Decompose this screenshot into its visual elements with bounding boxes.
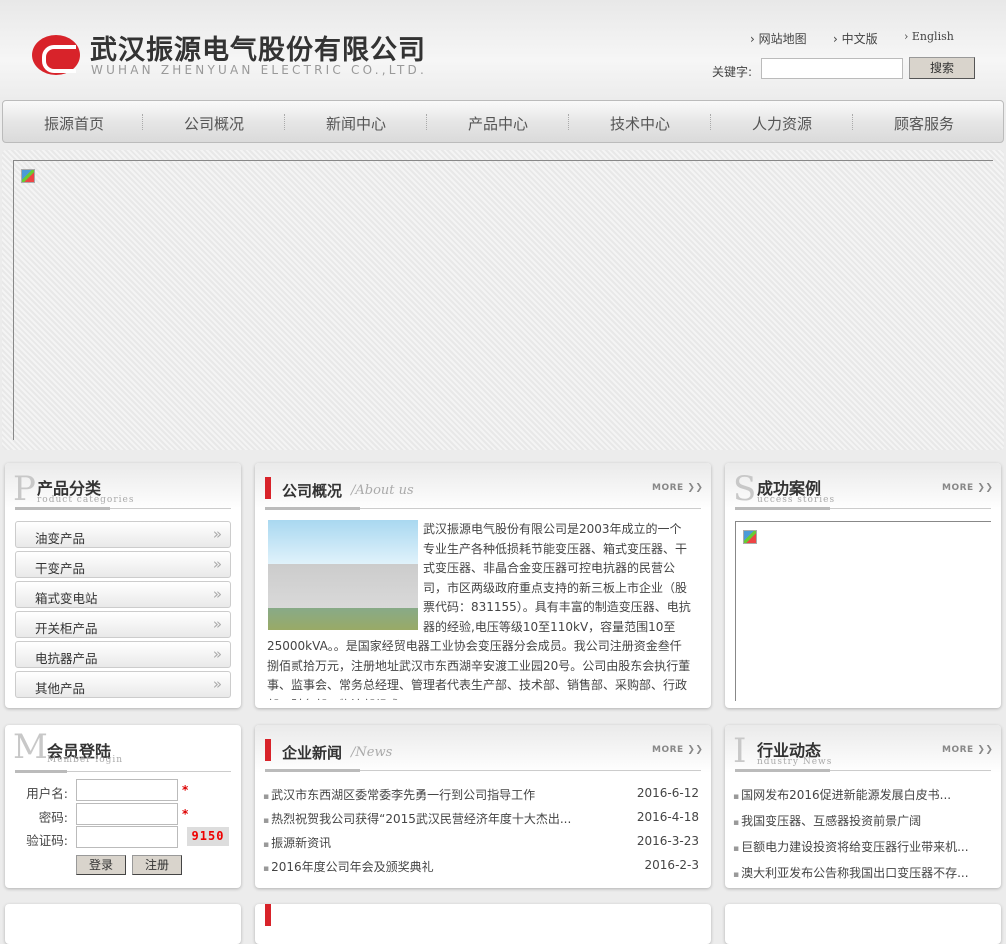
english-link[interactable]: English <box>904 30 954 43</box>
username-input[interactable] <box>76 779 178 801</box>
category-item[interactable]: 电抗器产品 » <box>15 641 231 668</box>
nav-hr[interactable]: 人力资源 <box>711 113 853 134</box>
category-label: 干变产品 <box>35 561 86 576</box>
box-subtitle: roduct categories <box>37 495 135 505</box>
news-item[interactable]: 热烈祝贺我公司获得“2015武汉民营经济年度十大杰出...2016-4-18 <box>263 810 699 827</box>
decor-letter: M <box>13 727 48 767</box>
nav-products[interactable]: 产品中心 <box>427 113 569 134</box>
captcha-label: 验证码: <box>26 833 68 848</box>
banner-frame <box>13 160 993 440</box>
industry-item[interactable]: 国网发布2016促进新能源发展白皮书... <box>733 786 989 803</box>
cases-frame <box>735 521 991 701</box>
logo-icon[interactable] <box>32 35 80 75</box>
about-box: 公司概况 /About us MORE ❯❯ 武汉振源电气股份有限公司是2003… <box>255 463 711 708</box>
category-item[interactable]: 油变产品 » <box>15 521 231 548</box>
chevron-right-icon: » <box>212 555 222 573</box>
next-box <box>725 904 1001 944</box>
category-label: 开关柜产品 <box>35 621 98 636</box>
chevron-right-icon: » <box>212 645 222 663</box>
nav-home[interactable]: 振源首页 <box>3 113 145 134</box>
news-item[interactable]: 武汉市东西湖区委常委李先勇一行到公司指导工作2016-6-12 <box>263 786 699 803</box>
main-nav: 振源首页 公司概况 新闻中心 产品中心 技术中心 人力资源 顾客服务 <box>2 100 1004 143</box>
chinese-link[interactable]: 中文版 <box>833 30 878 47</box>
category-item[interactable]: 开关柜产品 » <box>15 611 231 638</box>
category-label: 箱式变电站 <box>35 591 98 606</box>
product-categories-box: P 产品分类 roduct categories 油变产品» 干变产品» 箱式变… <box>5 463 241 708</box>
chevron-right-icon: » <box>212 615 222 633</box>
news-box: 企业新闻 /News MORE ❯❯ 武汉市东西湖区委常委李先勇一行到公司指导工… <box>255 725 711 888</box>
broken-image-icon <box>21 169 35 183</box>
box-title: 企业新闻 <box>282 744 343 762</box>
box-subtitle: uccess stories <box>757 495 836 505</box>
captcha-input[interactable] <box>76 826 178 848</box>
more-link[interactable]: MORE ❯❯ <box>652 483 703 493</box>
more-link[interactable]: MORE ❯❯ <box>942 745 993 755</box>
box-subtitle: /News <box>351 745 393 760</box>
more-link[interactable]: MORE ❯❯ <box>652 745 703 755</box>
sitemap-link[interactable]: 网站地图 <box>750 30 807 47</box>
box-subtitle: Member login <box>47 755 124 765</box>
next-box <box>255 904 711 944</box>
register-button[interactable]: 注册 <box>132 855 182 875</box>
required-mark: * <box>182 783 189 797</box>
success-stories-box: S 成功案例 uccess stories MORE ❯❯ <box>725 463 1001 708</box>
decor-letter: S <box>733 469 757 509</box>
box-title: 公司概况 <box>282 482 343 500</box>
industry-item[interactable]: 巨额电力建设投资将给变压器行业带来机... <box>733 838 989 855</box>
box-subtitle: /About us <box>351 483 414 498</box>
nav-service[interactable]: 顾客服务 <box>853 113 995 134</box>
chevron-right-icon: » <box>212 585 222 603</box>
industry-item[interactable]: 澳大利亚发布公告称我国出口变压器不存... <box>733 864 989 881</box>
login-box: M 会员登陆 Member login 用户名: * 密码: * 验证码: 91… <box>5 725 241 888</box>
category-label: 电抗器产品 <box>35 651 98 666</box>
news-item[interactable]: 振源新资讯2016-3-23 <box>263 834 699 851</box>
captcha-image[interactable]: 9150 <box>187 827 229 846</box>
company-name: 武汉振源电气股份有限公司 <box>90 35 426 66</box>
category-label: 其他产品 <box>35 681 86 696</box>
category-item[interactable]: 箱式变电站 » <box>15 581 231 608</box>
category-item[interactable]: 其他产品 » <box>15 671 231 698</box>
keyword-label: 关键字: <box>712 65 753 79</box>
broken-image-icon <box>743 530 757 544</box>
category-label: 油变产品 <box>35 531 86 546</box>
username-label: 用户名: <box>26 786 68 801</box>
about-text: 武汉振源电气股份有限公司是2003年成立的一个专业生产各种低损耗节能变压器、箱式… <box>267 522 691 700</box>
search-button[interactable]: 搜索 <box>909 57 975 79</box>
chevron-right-icon: » <box>212 675 222 693</box>
nav-news[interactable]: 新闻中心 <box>285 113 427 134</box>
news-item[interactable]: 2016年度公司年会及颁奖典礼2016-2-3 <box>263 858 699 875</box>
company-name-en: WUHAN ZHENYUAN ELECTRIC CO.,LTD. <box>91 63 428 77</box>
more-link[interactable]: MORE ❯❯ <box>942 483 993 493</box>
nav-about[interactable]: 公司概况 <box>143 113 285 134</box>
decor-letter: P <box>13 469 36 509</box>
chevron-right-icon: » <box>212 525 222 543</box>
keyword-input[interactable] <box>761 58 903 79</box>
required-mark: * <box>182 807 189 821</box>
next-box <box>5 904 241 944</box>
login-button[interactable]: 登录 <box>76 855 126 875</box>
box-subtitle: ndustry News <box>757 757 833 767</box>
header: 武汉振源电气股份有限公司 WUHAN ZHENYUAN ELECTRIC CO.… <box>0 0 1006 100</box>
password-label: 密码: <box>38 810 68 825</box>
category-item[interactable]: 干变产品 » <box>15 551 231 578</box>
nav-tech[interactable]: 技术中心 <box>569 113 711 134</box>
industry-news-box: I 行业动态 ndustry News MORE ❯❯ 国网发布2016促进新能… <box>725 725 1001 888</box>
industry-item[interactable]: 我国变压器、互感器投资前景广阔 <box>733 812 989 829</box>
password-input[interactable] <box>76 803 178 825</box>
decor-letter: I <box>733 731 747 771</box>
